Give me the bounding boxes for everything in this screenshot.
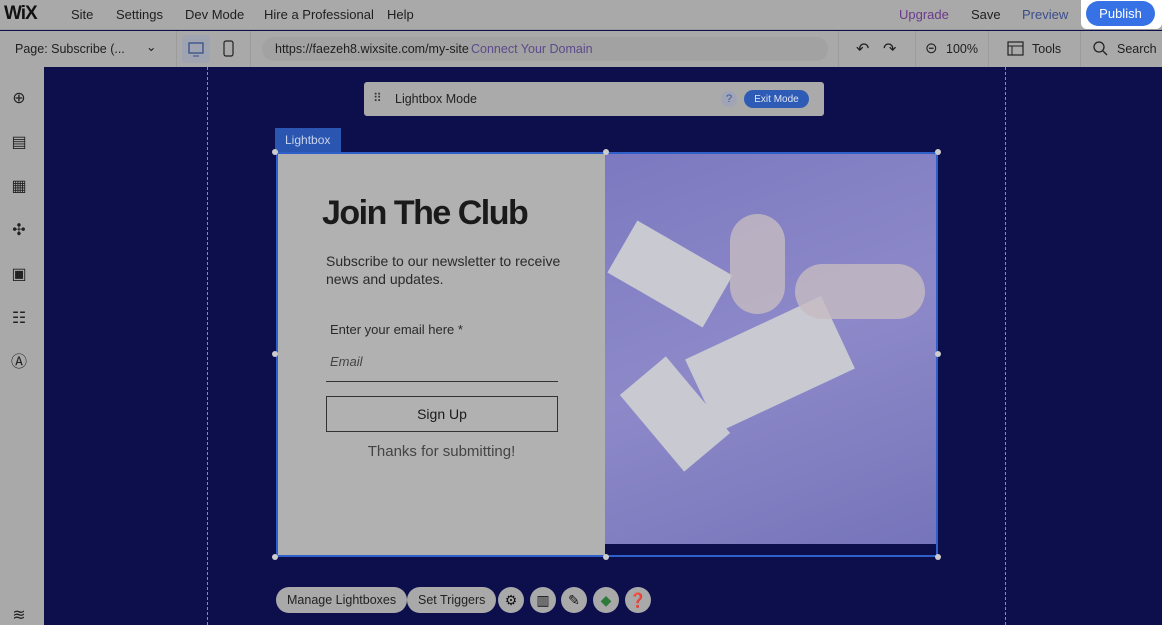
thanks-message: Thanks for submitting!: [367, 443, 516, 460]
desktop-view-button[interactable]: [182, 35, 210, 63]
zoom-level[interactable]: 100%: [946, 42, 978, 56]
layers-icon[interactable]: ≋: [10, 607, 28, 625]
mode-label: Lightbox Mode: [395, 92, 478, 106]
mobile-icon[interactable]: [222, 40, 236, 58]
fonts-icon[interactable]: Ⓐ: [10, 354, 28, 372]
manage-lightboxes-button[interactable]: Manage Lightboxes: [276, 587, 408, 613]
drag-handle-icon[interactable]: ⠿: [373, 91, 382, 105]
help-icon[interactable]: ?: [721, 91, 737, 107]
envelope-image: [605, 154, 936, 544]
form-panel: Join The Club Subscribe to our newslette…: [278, 154, 605, 555]
desktop-icon: [188, 42, 204, 57]
upgrade-link[interactable]: Upgrade: [899, 7, 949, 22]
lightbox-container[interactable]: Join The Club Subscribe to our newslette…: [276, 152, 938, 557]
page-selector[interactable]: Page: Subscribe (...: [15, 42, 125, 56]
zoom-out-icon[interactable]: ⊝: [925, 39, 938, 57]
menu-site[interactable]: Site: [71, 7, 93, 22]
right-guide: [1005, 67, 1006, 625]
preview-button[interactable]: Preview: [1022, 7, 1068, 22]
connect-domain-link[interactable]: Connect Your Domain: [471, 42, 593, 56]
site-url: https://faezeh8.wixsite.com/my-site: [275, 42, 469, 56]
left-sidebar: ⊕ ▤ ▦ ✣ ▣ ☷ Ⓐ ≋: [0, 67, 44, 625]
lightbox-tag[interactable]: Lightbox: [275, 128, 341, 152]
editor-toolbar: Page: Subscribe (... ⌄ https://faezeh8.w…: [0, 31, 1162, 67]
layout-icon[interactable]: ▥: [530, 587, 556, 613]
publish-highlight: Publish: [1081, 0, 1162, 29]
tools-icon: [1007, 41, 1024, 56]
publish-button[interactable]: Publish: [1086, 1, 1155, 26]
animation-icon[interactable]: ◆: [593, 587, 619, 613]
design-brush-icon[interactable]: ✎: [561, 587, 587, 613]
menu-hire-professional[interactable]: Hire a Professional: [264, 7, 374, 22]
email-field[interactable]: Email: [326, 345, 558, 382]
redo-icon[interactable]: ↷: [883, 39, 896, 59]
menu-dev-mode[interactable]: Dev Mode: [185, 7, 244, 22]
tools-button[interactable]: Tools: [1032, 42, 1061, 56]
apps-icon[interactable]: ✣: [10, 222, 28, 240]
add-icon[interactable]: ⊕: [10, 90, 28, 108]
lightbox-title: Join The Club: [322, 194, 529, 232]
media-icon[interactable]: ▣: [10, 266, 28, 284]
pages-icon[interactable]: ▤: [10, 134, 28, 152]
save-button[interactable]: Save: [971, 7, 1001, 22]
undo-icon[interactable]: ↶: [856, 39, 869, 59]
wix-logo: WiX: [4, 3, 38, 24]
lightbox-subtitle: Subscribe to our newsletter to receive n…: [326, 253, 561, 287]
search-button[interactable]: Search: [1117, 42, 1157, 56]
menu-help[interactable]: Help: [387, 7, 414, 22]
menu-settings[interactable]: Settings: [116, 7, 163, 22]
cms-icon[interactable]: ☷: [10, 310, 28, 328]
exit-mode-button[interactable]: Exit Mode: [744, 90, 809, 108]
search-icon: [1093, 41, 1108, 56]
set-triggers-button[interactable]: Set Triggers: [407, 587, 497, 613]
top-menu-bar: WiX Site Settings Dev Mode Hire a Profes…: [0, 0, 1162, 30]
email-label: Enter your email here *: [330, 322, 463, 337]
lightbox-mode-bar: ⠿ Lightbox Mode ? Exit Mode: [364, 82, 824, 116]
sections-icon[interactable]: ▦: [10, 178, 28, 196]
settings-gear-icon[interactable]: ⚙: [498, 587, 524, 613]
chevron-down-icon[interactable]: ⌄: [146, 39, 156, 54]
sign-up-button[interactable]: Sign Up: [326, 396, 558, 432]
help-circle-icon[interactable]: ❓: [625, 587, 651, 613]
left-guide: [207, 67, 208, 625]
